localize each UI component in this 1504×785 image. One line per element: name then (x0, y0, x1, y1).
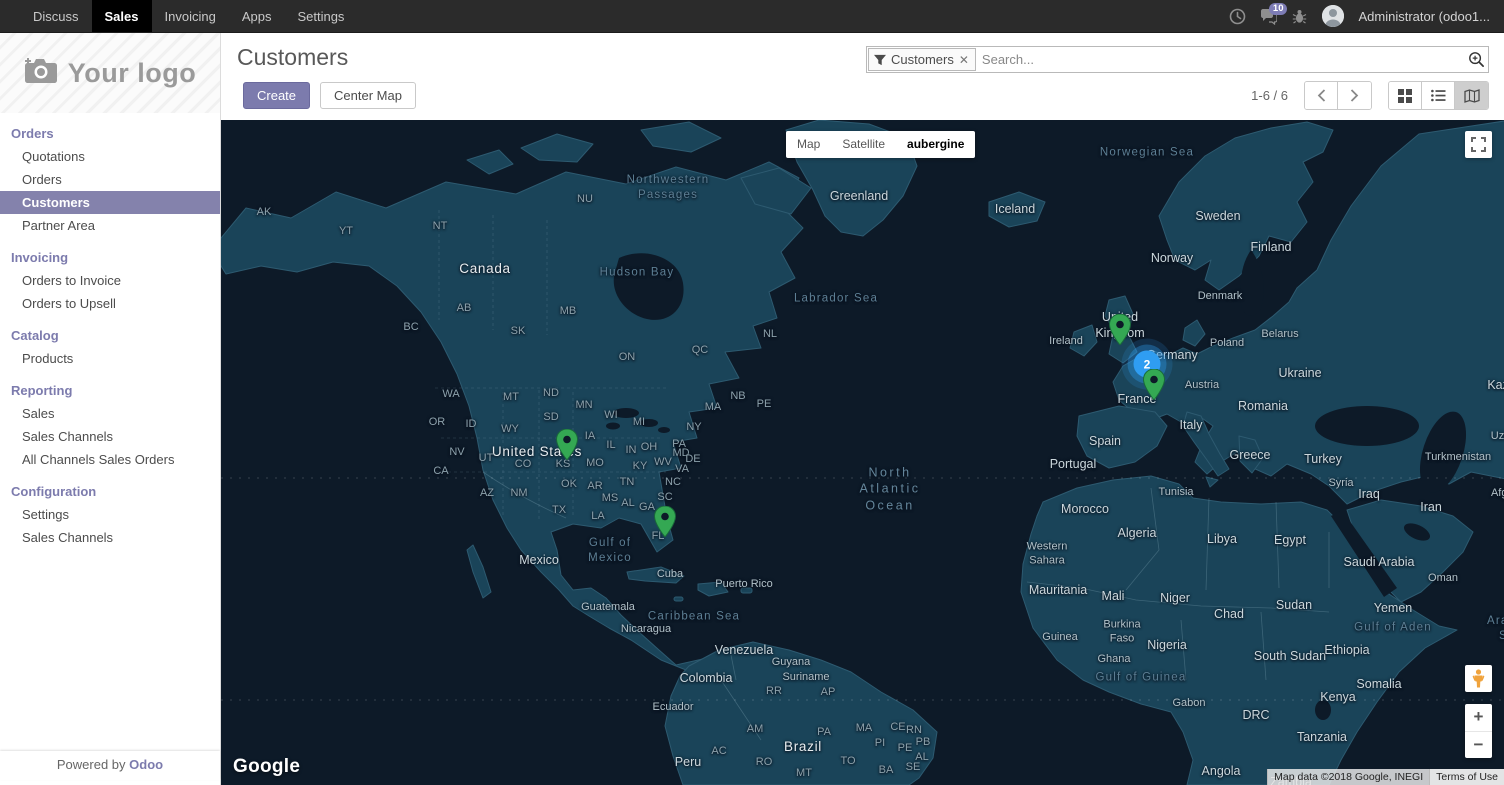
google-logo[interactable]: Google (233, 756, 300, 778)
pager-buttons (1304, 81, 1372, 110)
pager-next-button[interactable] (1338, 82, 1371, 109)
sidebar-item-sales-channels-report[interactable]: Sales Channels (0, 425, 220, 448)
pager-previous-button[interactable] (1305, 82, 1338, 109)
nav-app-sales[interactable]: Sales (92, 0, 152, 32)
list-view-button[interactable] (1422, 82, 1455, 109)
terms-of-use-link[interactable]: Terms of Use (1429, 769, 1504, 785)
menu-section-catalog: Catalog (0, 321, 220, 347)
message-count-badge: 10 (1269, 3, 1288, 15)
logo-text: Your logo (68, 58, 196, 89)
sidebar-item-orders-to-invoice[interactable]: Orders to Invoice (0, 269, 220, 292)
sidebar-item-quotations[interactable]: Quotations (0, 145, 220, 168)
map-type-map[interactable]: Map (786, 131, 831, 158)
user-name[interactable]: Administrator (odoo1... (1358, 9, 1490, 24)
sidebar-item-customers[interactable]: Customers (0, 191, 220, 214)
facet-label: Customers (891, 52, 954, 67)
nav-app-settings[interactable]: Settings (284, 0, 357, 32)
fullscreen-icon (1471, 137, 1486, 152)
filter-funnel-icon (874, 54, 886, 66)
messages-icon[interactable]: 10 (1260, 8, 1277, 25)
activities-clock-icon[interactable] (1229, 8, 1246, 25)
pager-range: 1-6 / 6 (1251, 88, 1288, 103)
nav-app-discuss[interactable]: Discuss (20, 0, 92, 32)
page-title: Customers (237, 44, 348, 71)
facet-remove-icon[interactable]: ✕ (959, 53, 969, 67)
search-zoom-icon[interactable] (1464, 51, 1488, 68)
street-view-pegman-button[interactable] (1465, 665, 1492, 692)
powered-by: Powered by Odoo (0, 751, 220, 780)
zoom-out-button[interactable]: − (1465, 732, 1492, 759)
map-type-control: Map Satellite aubergine (786, 131, 975, 158)
sidebar-item-sales-report[interactable]: Sales (0, 402, 220, 425)
customer-map-pin[interactable] (654, 506, 676, 537)
odoo-brand-link[interactable]: Odoo (129, 757, 163, 772)
center-map-button[interactable]: Center Map (320, 82, 416, 109)
map-type-aubergine[interactable]: aubergine (896, 131, 975, 158)
sidebar-item-products[interactable]: Products (0, 347, 220, 370)
camera-icon (24, 57, 58, 90)
zoom-control: + − (1465, 704, 1492, 758)
user-avatar[interactable] (1322, 5, 1344, 27)
nav-app-apps[interactable]: Apps (229, 0, 285, 32)
powered-by-prefix: Powered by (57, 757, 126, 772)
map-landmasses (221, 120, 1504, 785)
customer-map-pin[interactable] (1109, 314, 1131, 345)
search-input[interactable] (976, 52, 1464, 67)
menu-section-orders: Orders (0, 119, 220, 145)
map-canvas[interactable]: Norwegian SeaNorthwestern PassagesHudson… (221, 120, 1504, 785)
bug-icon[interactable] (1291, 8, 1308, 25)
customer-map-pin[interactable] (1143, 369, 1165, 400)
create-button[interactable]: Create (243, 82, 310, 109)
sidebar-item-settings[interactable]: Settings (0, 503, 220, 526)
search-bar: Customers ✕ (866, 46, 1489, 73)
sidebar-menu: Orders Quotations Orders Customers Partn… (0, 113, 220, 549)
map-data-attribution: Map data ©2018 Google, INEGI (1267, 769, 1429, 785)
kanban-view-button[interactable] (1389, 82, 1422, 109)
menu-section-invoicing: Invoicing (0, 243, 220, 269)
nav-apps: Discuss Sales Invoicing Apps Settings (0, 0, 357, 32)
menu-section-reporting: Reporting (0, 376, 220, 402)
map-type-satellite[interactable]: Satellite (831, 131, 896, 158)
customer-map-pin[interactable] (556, 429, 578, 460)
map-view-button[interactable] (1455, 82, 1488, 109)
zoom-in-button[interactable]: + (1465, 704, 1492, 732)
nav-app-invoicing[interactable]: Invoicing (152, 0, 229, 32)
sidebar-item-orders[interactable]: Orders (0, 168, 220, 191)
menu-section-configuration: Configuration (0, 477, 220, 503)
sidebar-item-partner-area[interactable]: Partner Area (0, 214, 220, 237)
sidebar: Your logo Orders Quotations Orders Custo… (0, 33, 221, 785)
pegman-icon (1472, 669, 1485, 688)
fullscreen-button[interactable] (1465, 131, 1492, 158)
content-header: Customers Customers ✕ Create Center Map … (221, 33, 1504, 120)
company-logo[interactable]: Your logo (0, 33, 220, 113)
map-attribution: Map data ©2018 Google, INEGI Terms of Us… (1267, 769, 1504, 785)
view-switcher (1388, 81, 1489, 110)
top-navbar: Discuss Sales Invoicing Apps Settings 10… (0, 0, 1504, 33)
sidebar-item-sales-channels-config[interactable]: Sales Channels (0, 526, 220, 549)
sidebar-item-orders-to-upsell[interactable]: Orders to Upsell (0, 292, 220, 315)
sidebar-item-all-channels-sales-orders[interactable]: All Channels Sales Orders (0, 448, 220, 471)
search-facet-customers[interactable]: Customers ✕ (868, 48, 976, 71)
